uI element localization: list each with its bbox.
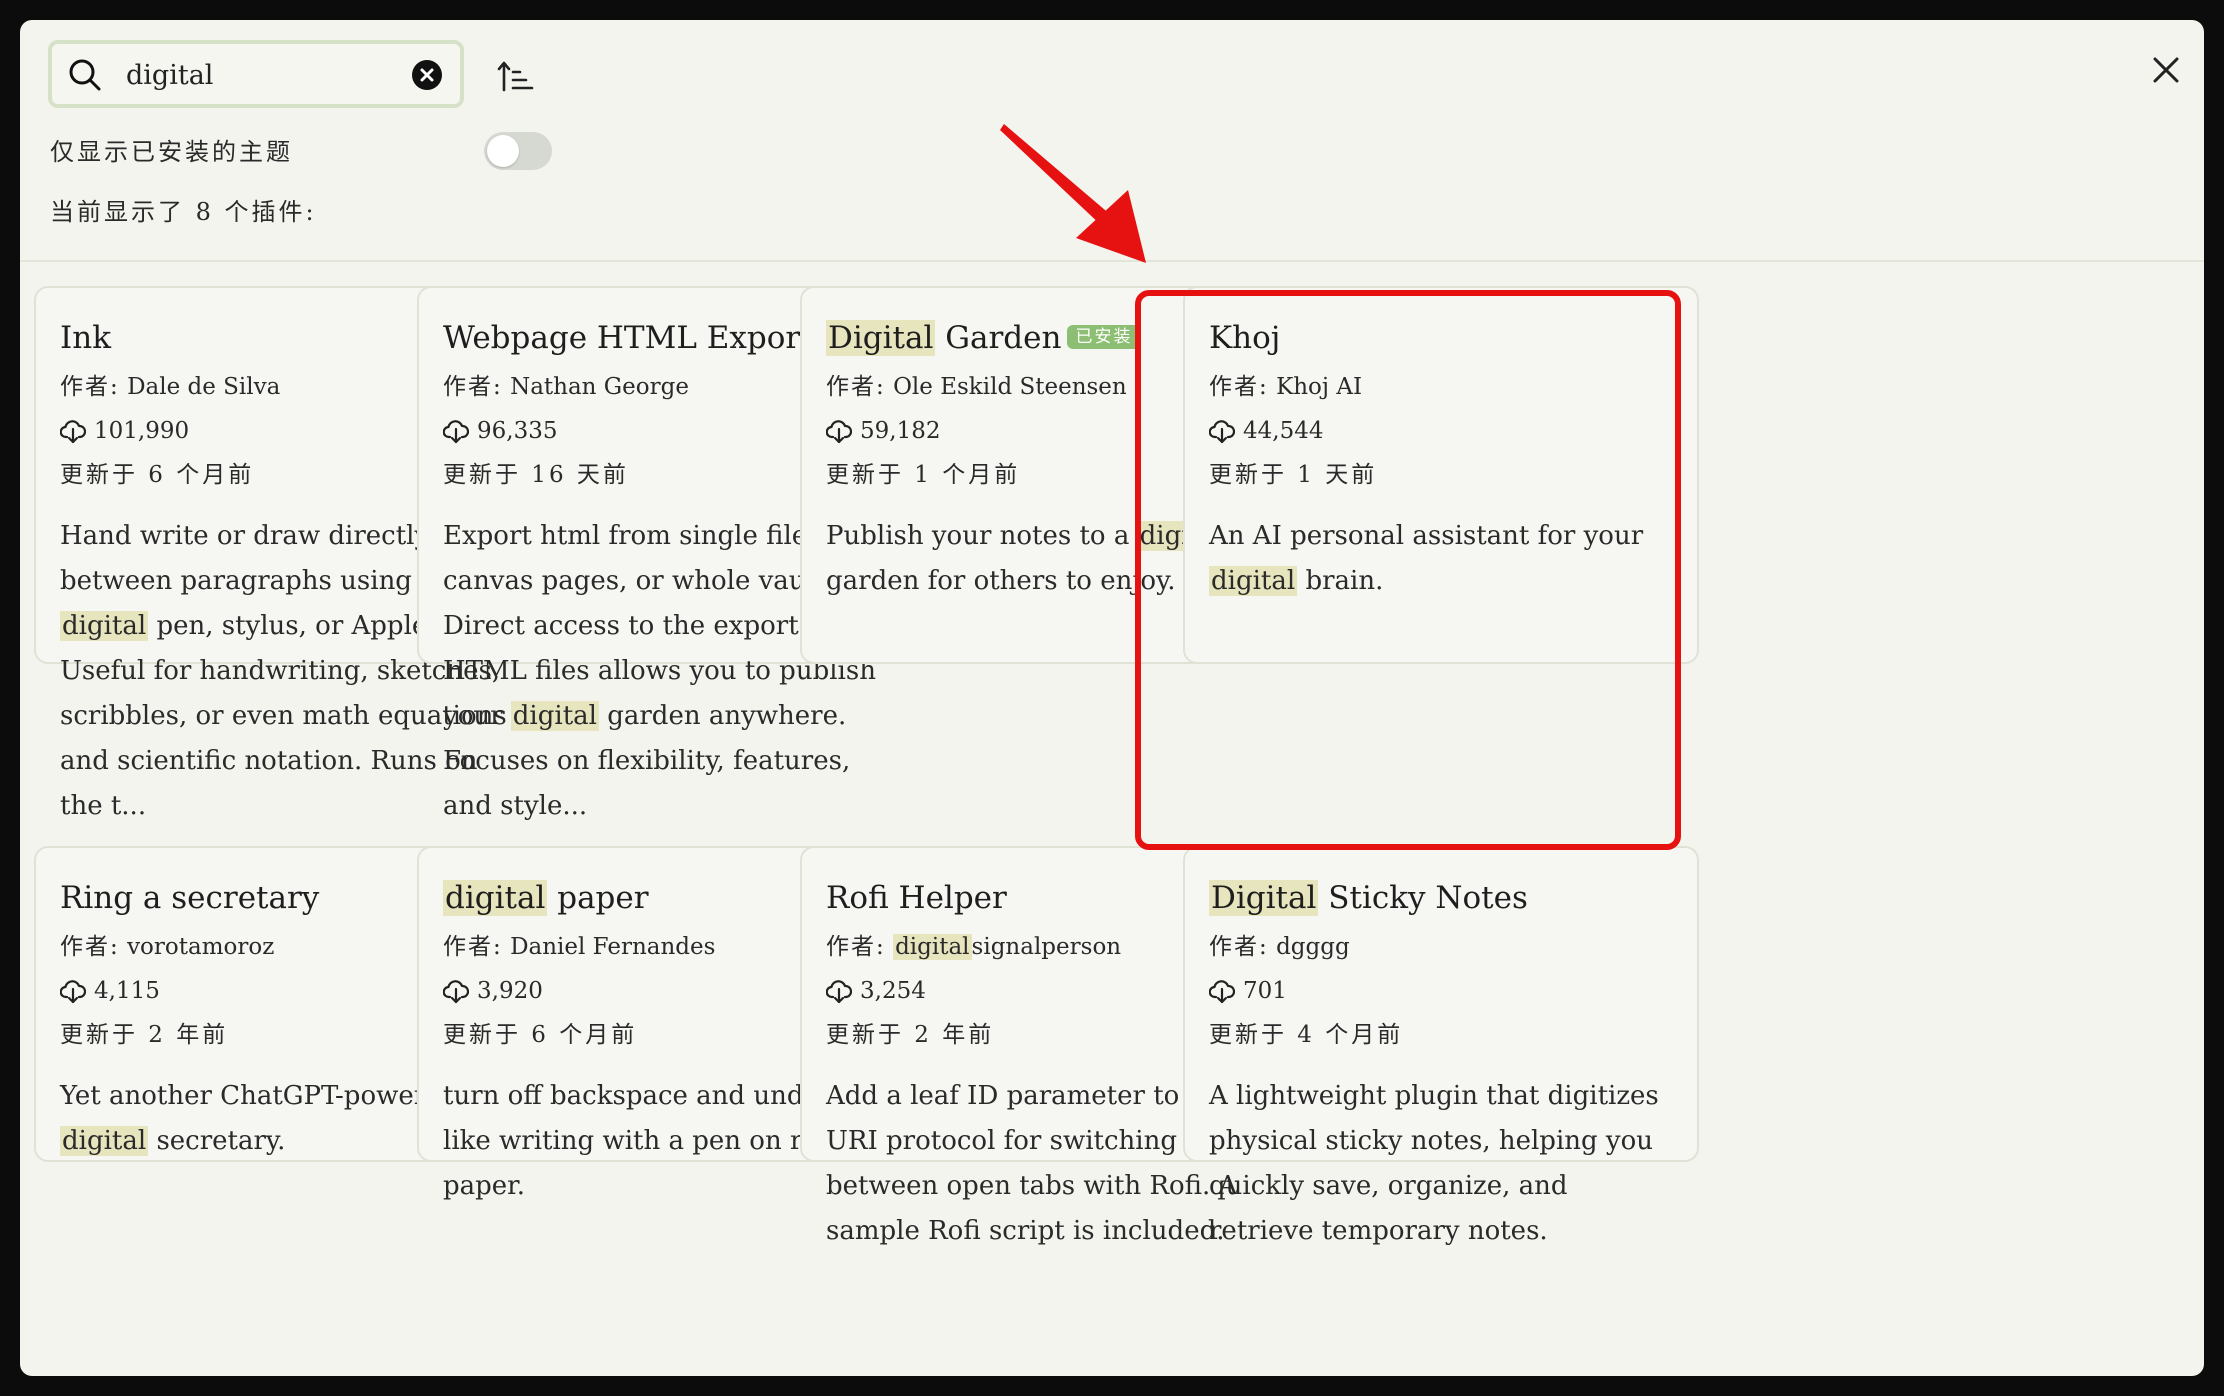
author-name: Dale de Silva [127,374,281,400]
search-icon [69,59,101,91]
toggle-knob [487,135,519,167]
download-count: 3,920 [477,978,543,1004]
author-label: 作者: [443,374,503,400]
author-name: digitalsignalperson [893,934,1122,960]
plugin-updated: 更新于 4 个月前 [1209,1022,1404,1048]
search-match-highlight: Digital [826,320,936,356]
plugin-downloads: 701 [1209,976,1673,1006]
download-icon [1209,980,1235,1004]
author-label: 作者: [60,934,120,960]
author-label: 作者: [1209,934,1269,960]
annotation-highlight-frame [1135,290,1681,850]
search-match-highlight: digital [60,1126,149,1156]
search-match-highlight: digital [510,701,599,731]
download-count: 3,254 [860,978,926,1004]
download-icon [60,980,86,1004]
plugin-card-digital-sticky-notes[interactable]: Digital Sticky Notes 作者: dgggg 701 更新于 4… [1183,846,1699,1246]
installed-badge: 已安装 [1067,324,1141,349]
close-button[interactable] [2146,50,2186,90]
result-count: 当前显示了 8 个插件: [50,198,317,226]
search-match-highlight: digital [60,611,149,641]
search-match-highlight: digital [893,934,972,960]
show-installed-toggle[interactable] [484,132,552,170]
download-count: 101,990 [94,418,190,444]
author-name: Nathan George [510,374,689,400]
search-match-highlight: digital [443,880,548,916]
plugin-author: 作者: dgggg [1209,932,1673,962]
download-count: 96,335 [477,418,558,444]
show-installed-label: 仅显示已安装的主题 [50,138,293,166]
author-label: 作者: [443,934,503,960]
author-name: Ole Eskild Steensen [893,374,1127,400]
author-name: Daniel Fernandes [510,934,716,960]
search-box[interactable] [48,40,464,108]
author-name: vorotamoroz [127,934,275,960]
search-match-highlight: Digital [1209,880,1319,916]
community-plugins-window: 仅显示已安装的主题 当前显示了 8 个插件: Ink 作者: Dale de S… [20,20,2204,1376]
search-input[interactable] [124,54,398,96]
author-label: 作者: [60,374,120,400]
download-icon [826,420,852,444]
author-label: 作者: [826,374,886,400]
plugin-description: A lightweight plugin that digitizes phys… [1209,1081,1659,1246]
download-icon [60,420,86,444]
author-label: 作者: [826,934,886,960]
download-icon [443,980,469,1004]
clear-icon [420,68,434,82]
sort-icon [497,61,534,92]
sort-button[interactable] [496,58,536,98]
plugin-title: Digital Sticky Notes [1209,880,1528,916]
clear-search-button[interactable] [412,60,442,90]
download-icon [443,420,469,444]
download-count: 701 [1243,978,1287,1004]
author-name: dgggg [1276,934,1350,960]
close-icon [2153,57,2179,83]
annotation-arrow-icon [1000,124,1146,263]
download-count: 59,182 [860,418,941,444]
download-icon [826,980,852,1004]
download-count: 4,115 [94,978,160,1004]
